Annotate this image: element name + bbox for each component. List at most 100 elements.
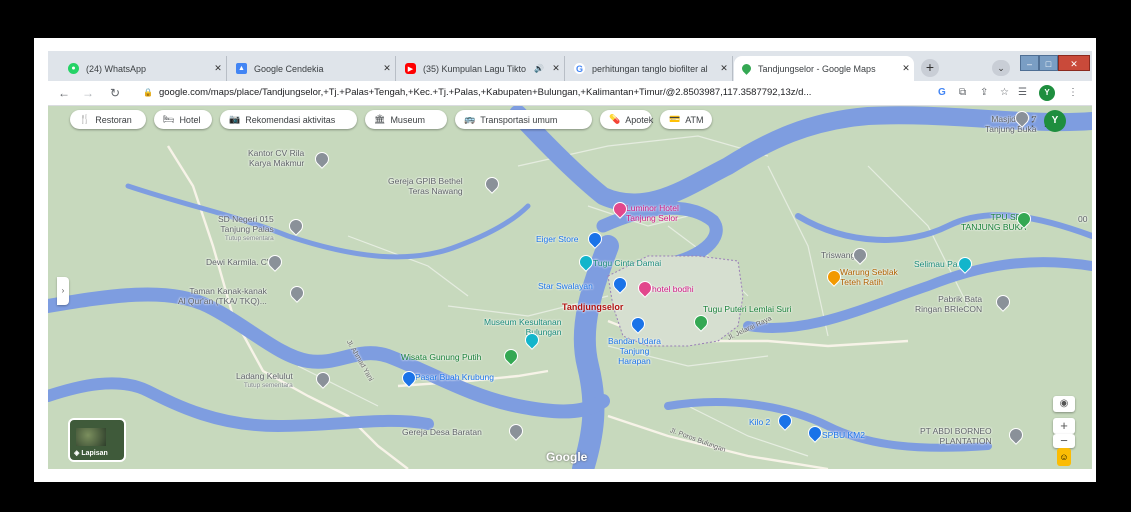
- chip-apotek[interactable]: 💊 Apotek: [600, 110, 653, 129]
- maps-icon: [740, 62, 753, 75]
- place-label[interactable]: SPBU KM2: [822, 430, 865, 440]
- collapse-side-panel-button[interactable]: ›: [57, 277, 69, 305]
- place-label[interactable]: Taman Kanak-kanak Al Qur'an (TKA/ TKQ)...: [178, 286, 267, 306]
- place-label[interactable]: Museum Kesultanan Bulungan: [484, 317, 562, 337]
- place-label[interactable]: hotel bodhi: [652, 284, 694, 294]
- close-tab-icon[interactable]: ✕: [898, 63, 914, 74]
- place-label[interactable]: Wisata Gunung Putih: [401, 352, 481, 362]
- tab-strip: ● (24) WhatsApp ✕ ▲ Google Cendekia ✕ ▶ …: [48, 51, 1092, 81]
- place-label[interactable]: Masjid SP 7 Tanjung Buka: [985, 114, 1037, 134]
- speaker-icon[interactable]: 🔊: [534, 64, 544, 73]
- chip-restoran[interactable]: 🍴 Restoran: [70, 110, 146, 129]
- place-label[interactable]: Pabrik Bata Ringan BRIeCON: [915, 294, 982, 314]
- pharmacy-icon: 💊: [609, 114, 621, 124]
- zoom-out-button[interactable]: −: [1053, 434, 1075, 448]
- chip-museum[interactable]: 🏛 Museum: [365, 110, 447, 129]
- place-label[interactable]: Kantor CV Rila Karya Makmur: [248, 148, 304, 168]
- place-name-line: Tanjung Buka: [985, 124, 1037, 134]
- place-status-note: Tutup sementara: [224, 235, 274, 242]
- whatsapp-icon: ●: [68, 63, 79, 74]
- close-tab-icon[interactable]: ✕: [548, 63, 564, 74]
- back-icon[interactable]: ←: [58, 85, 70, 101]
- place-name: Bandar Udara: [608, 336, 661, 346]
- chip-label: ATM: [685, 114, 704, 125]
- place-name-line: Tanjung Palas: [220, 224, 274, 234]
- install-app-icon[interactable]: ⧉: [959, 85, 966, 101]
- reload-icon[interactable]: ↻: [110, 85, 120, 101]
- tab-google-maps[interactable]: Tandjungselor - Google Maps ✕: [734, 56, 914, 81]
- place-name-line: Ringan BRIeCON: [915, 304, 983, 314]
- share-icon[interactable]: ⇪: [980, 85, 988, 101]
- tab-title: (24) WhatsApp: [86, 63, 147, 74]
- place-label[interactable]: Kilo 2: [749, 417, 770, 427]
- tab-google-cendekia[interactable]: ▲ Google Cendekia ✕: [228, 56, 396, 81]
- close-tab-icon[interactable]: ✕: [210, 63, 226, 74]
- place-label[interactable]: Dewi Karmila. CV: [206, 257, 273, 267]
- new-tab-button[interactable]: +: [921, 59, 939, 77]
- place-label[interactable]: Selimau Park: [914, 259, 965, 269]
- place-label[interactable]: TPU SP8 TANJUNG BUKA: [961, 212, 1026, 232]
- place-label[interactable]: Tandjungselor: [562, 302, 623, 312]
- profile-avatar[interactable]: Y: [1039, 85, 1055, 101]
- place-name: Pabrik Bata: [938, 294, 983, 304]
- my-location-button[interactable]: ◉: [1053, 396, 1075, 412]
- place-label[interactable]: Tugu Cinta Damai: [593, 258, 661, 268]
- place-label[interactable]: Gereja GPIB Bethel Teras Nawang: [388, 176, 463, 196]
- place-name: Dewi Karmila. CV: [206, 257, 273, 267]
- place-name: Kantor CV Rila: [248, 148, 305, 158]
- chip-rekomendasi-aktivitas[interactable]: 📷 Rekomendasi aktivitas: [220, 110, 357, 129]
- tab-search-button[interactable]: ⌄: [992, 60, 1010, 76]
- place-name: Pasar Buah Krubung: [415, 372, 494, 382]
- place-name: Museum Kesultanan: [484, 317, 562, 327]
- place-name-line: Tanjung: [619, 346, 650, 356]
- place-name: Tugu Puteri Lemlai Suri: [703, 304, 792, 314]
- place-name-line: Tanjung Selor: [626, 213, 678, 223]
- place-label[interactable]: Bandar Udara Tanjung Harapan: [608, 336, 661, 366]
- tab-whatsapp[interactable]: ● (24) WhatsApp ✕: [60, 56, 227, 81]
- place-label[interactable]: Ladang Kelulut Tutup sementara: [236, 371, 293, 391]
- chip-label: Transportasi umum: [480, 114, 558, 125]
- tab-google-search[interactable]: G perhitungan tanglo biofilter al ✕: [566, 56, 733, 81]
- google-lens-icon[interactable]: G: [938, 85, 946, 101]
- maximize-button[interactable]: □: [1039, 55, 1058, 71]
- address-bar[interactable]: 🔒 google.com/maps/place/Tandjungselor,+Tj…: [143, 84, 933, 102]
- place-label[interactable]: Pasar Buah Krubung: [415, 372, 494, 382]
- place-label[interactable]: Tugu Puteri Lemlai Suri: [703, 304, 792, 314]
- place-name: Selimau Park: [914, 259, 965, 269]
- reading-list-icon[interactable]: ☰: [1018, 85, 1027, 101]
- tab-youtube[interactable]: ▶ (35) Kumpulan Lagu Tikto 🔊 ✕: [397, 56, 565, 81]
- chip-atm[interactable]: 💳 ATM: [660, 110, 712, 129]
- place-label[interactable]: Star Swalayan: [538, 281, 593, 291]
- map-canvas[interactable]: 🍴 Restoran 🛏 Hotel 📷 Rekomendasi aktivitas 🏛 Mu…: [48, 106, 1092, 469]
- place-name-line: Karya Makmur: [248, 158, 305, 168]
- place-name-line: Al Qur'an (TKA/ TKQ)...: [178, 296, 267, 306]
- place-name: Masjid SP 7: [991, 114, 1037, 124]
- tab-title: perhitungan tanglo biofilter al: [592, 63, 708, 74]
- chip-hotel[interactable]: 🛏 Hotel: [154, 110, 212, 129]
- place-label[interactable]: PT ABDI BORNEO PLANTATION: [920, 426, 992, 446]
- place-label[interactable]: Warung Seblak Teteh Ratih: [840, 267, 898, 287]
- place-name: Gereja GPIB Bethel: [388, 176, 463, 186]
- place-label[interactable]: Luminor Hotel Tanjung Selor: [626, 203, 679, 223]
- close-tab-icon[interactable]: ✕: [716, 63, 732, 74]
- scholar-icon: ▲: [236, 63, 247, 74]
- place-name: SD Negeri 015: [218, 214, 274, 224]
- place-label[interactable]: SD Negeri 015 Tanjung Palas Tutup sementar…: [218, 214, 274, 244]
- close-window-button[interactable]: ✕: [1058, 55, 1090, 71]
- street-view-pegman-icon[interactable]: ☺: [1057, 448, 1071, 466]
- place-label[interactable]: Gereja Desa Baratan: [402, 427, 482, 437]
- restaurant-icon: 🍴: [79, 114, 91, 124]
- bookmark-star-icon[interactable]: ☆: [1000, 85, 1009, 101]
- place-name: Taman Kanak-kanak: [189, 286, 267, 296]
- map-profile-avatar[interactable]: Y: [1044, 110, 1066, 132]
- chip-label: Hotel: [179, 114, 201, 125]
- layers-button[interactable]: ◈ Lapisan: [68, 418, 126, 462]
- close-tab-icon[interactable]: ✕: [379, 63, 395, 74]
- zoom-in-button[interactable]: +: [1053, 418, 1075, 434]
- place-name: Kilo 2: [749, 417, 771, 427]
- forward-icon[interactable]: →: [82, 85, 94, 101]
- minimize-button[interactable]: –: [1020, 55, 1039, 71]
- place-label[interactable]: Eiger Store: [536, 234, 579, 244]
- chip-transportasi-umum[interactable]: 🚌 Transportasi umum: [455, 110, 592, 129]
- menu-kebab-icon[interactable]: ⋮: [1068, 85, 1078, 101]
